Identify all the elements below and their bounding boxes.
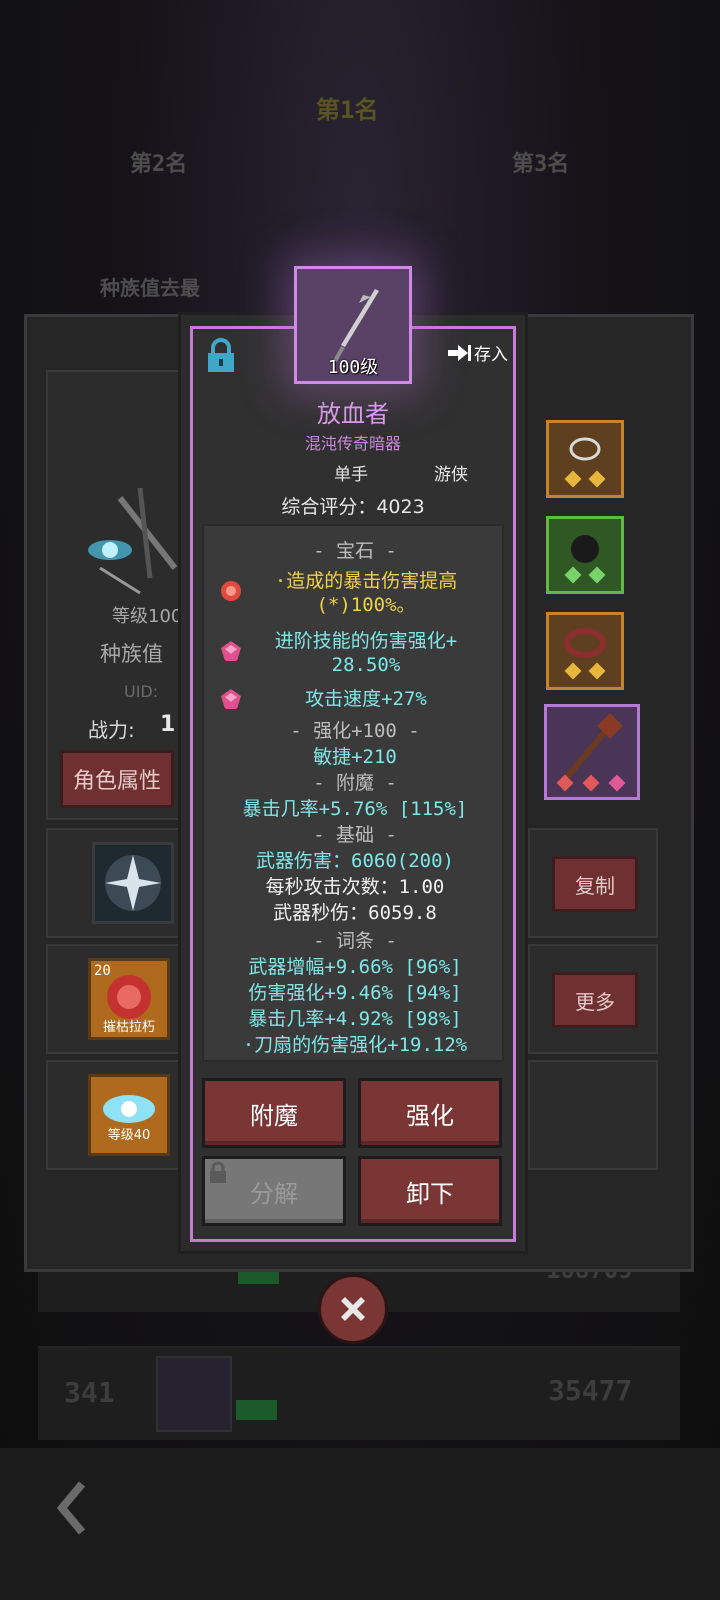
blade-fan-skill-icon [105, 855, 161, 911]
cannon-icon [564, 535, 606, 584]
right-row [528, 1060, 658, 1170]
ring-slot[interactable] [546, 612, 624, 690]
enchant-stat: 暴击几率+5.76% [115%] [242, 798, 468, 820]
weapon-dps: 武器秒伤：6059.8 [273, 902, 437, 924]
item-level: 100级 [327, 357, 379, 378]
rank-row[interactable]: 341 35477 [38, 1346, 680, 1440]
item-hand: 单手 [334, 465, 368, 485]
item-type: 混沌传奇暗器 [304, 434, 401, 453]
character-sprite [88, 487, 178, 595]
bottom-nav-bar [0, 1448, 720, 1600]
score-value: 4023 [376, 496, 425, 518]
attacks-per-second: 每秒攻击次数：1.00 [265, 876, 445, 898]
skill-slot[interactable] [92, 842, 174, 924]
lock-icon [210, 1161, 226, 1183]
gem1-line1: ·造成的暴击伤害提高 [274, 570, 458, 592]
affix-2: 伤害强化+9.46% [94%] [248, 982, 462, 1004]
salvage-label: 分解 [250, 1179, 298, 1208]
weapon-slot[interactable] [544, 704, 640, 800]
character-attributes-button[interactable]: 角色属性 [60, 750, 174, 808]
rank3-label: 第3名 [512, 152, 570, 177]
salvage-button[interactable]: 分解 [202, 1156, 346, 1226]
affix-4: ·刀扇的伤害强化+19.12% [242, 1034, 468, 1056]
rank-row-number: 341 [64, 1376, 115, 1409]
power-label: 战力: [88, 718, 135, 742]
affix-section-header: - 词条 - [313, 930, 397, 952]
overall-score: 综合评分：4023 [190, 492, 516, 519]
lock-icon[interactable] [204, 338, 238, 374]
mace-icon [556, 713, 626, 792]
gem3-stat: 攻击速度+27% [305, 688, 427, 710]
enter-arrow-icon [448, 344, 471, 361]
rank-row-name [234, 1362, 245, 1383]
offhand-slot[interactable] [546, 516, 624, 594]
close-button[interactable] [318, 1274, 388, 1344]
close-icon [341, 1297, 365, 1321]
pet-level: 等级40 [107, 1128, 151, 1143]
enhance-button[interactable]: 强化 [358, 1078, 502, 1148]
uid-label: UID: [124, 682, 159, 701]
rank2-label: 第2名 [130, 152, 188, 177]
item-name: 放血者 [317, 400, 389, 428]
gem2-line1: 进阶技能的伤害强化+ [274, 630, 458, 652]
skill-level: 20 [94, 963, 111, 979]
enchant-button[interactable]: 附魔 [202, 1078, 346, 1148]
gem-section-header: - 宝石 - [313, 540, 397, 562]
skill-name: 摧枯拉朽 [102, 1020, 155, 1035]
unequip-button[interactable]: 卸下 [358, 1156, 502, 1226]
rank-row-score: 35477 [548, 1374, 633, 1407]
race-value-label: 种族值 [100, 642, 163, 666]
power-value: 1 [160, 712, 176, 737]
character-level: 等级100 [112, 606, 183, 627]
affix-3: 暴击几率+4.92% [98%] [248, 1008, 462, 1030]
score-label: 综合评分： [281, 496, 377, 518]
weapon-damage: 武器伤害：6060(200) [256, 850, 454, 872]
stats-panel[interactable]: - 宝石 - ·造成的暴击伤害提高 (*)100%。 进阶技能的伤害强化+ 28… [202, 524, 504, 1062]
pet-slot[interactable]: 等级40 [88, 1074, 170, 1156]
enhance-stat: 敏捷+210 [313, 746, 397, 768]
item-class: 游侠 [434, 465, 468, 485]
enchant-section-header: - 附魔 - [313, 772, 397, 794]
rank-row-tag [236, 1400, 278, 1420]
skill-slot-2[interactable]: 20 摧枯拉朽 [88, 958, 170, 1040]
gem1-line2: (*)100%。 [316, 594, 416, 616]
enhance-section-header: - 强化+100 - [290, 720, 420, 742]
copy-button[interactable]: 复制 [552, 856, 638, 912]
back-arrow-icon[interactable] [52, 1478, 92, 1538]
necklace-slot[interactable] [546, 420, 624, 498]
base-section-header: - 基础 - [313, 824, 397, 846]
ring-icon [564, 628, 606, 680]
race-rank-label: 种族值去最 [100, 276, 200, 300]
store-button[interactable]: 存入 [446, 340, 508, 365]
more-button[interactable]: 更多 [552, 972, 638, 1028]
avatar [156, 1356, 232, 1432]
store-label: 存入 [474, 345, 508, 365]
necklace-icon [564, 437, 606, 488]
gem2-line2: 28.50% [331, 654, 401, 676]
rank1-label: 第1名 [316, 96, 379, 124]
item-icon-box: 100级 [294, 266, 412, 384]
affix-1: 武器增幅+9.66% [96%] [248, 956, 462, 978]
